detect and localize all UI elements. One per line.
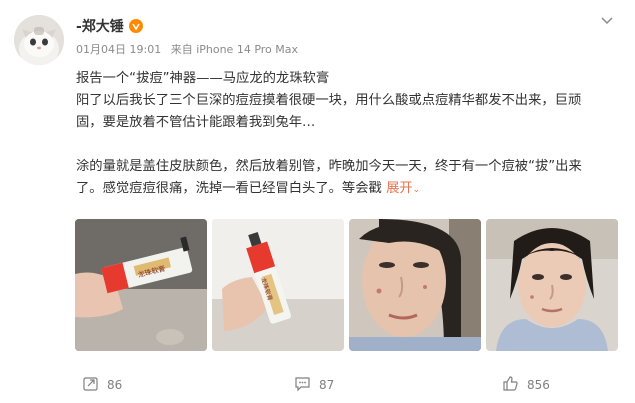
comment-icon <box>294 375 311 395</box>
post-image-2[interactable]: 龙珠软膏 <box>212 219 344 351</box>
like-count: 856 <box>527 378 550 392</box>
repost-count: 86 <box>107 378 123 392</box>
repost-button[interactable]: 86 <box>82 375 122 395</box>
vip-badge-icon <box>128 19 143 33</box>
action-bar: 86 87 856 <box>0 370 635 400</box>
comment-count: 87 <box>319 378 335 392</box>
comment-button[interactable]: 87 <box>294 375 334 395</box>
post-image-1[interactable]: 龙珠软膏 <box>75 219 207 351</box>
username-row: -郑大锤 <box>76 16 143 36</box>
username[interactable]: -郑大锤 <box>76 16 124 36</box>
post-image-4[interactable] <box>486 219 618 351</box>
content-line: 了。感觉痘痘很痛，洗掉一看已经冒白头了。等会戳 展开⌄ <box>76 178 616 201</box>
repost-icon <box>82 375 99 395</box>
post-date[interactable]: 01月04日 19:01 <box>76 43 161 56</box>
avatar[interactable] <box>14 15 64 65</box>
cat-avatar-image <box>14 15 64 65</box>
post-image-3[interactable] <box>349 219 481 351</box>
content-line: 涂的量就是盖住皮肤颜色，然后放着别管，昨晚加今天一天，终于有一个痘被“拔”出来 <box>76 159 582 174</box>
chevron-down-icon: ⌄ <box>412 185 421 195</box>
expand-link[interactable]: 展开⌄ <box>386 181 420 196</box>
thumbs-up-icon <box>502 375 519 395</box>
content-text: 了。感觉痘痘很痛，洗掉一看已经冒白头了。等会戳 <box>76 181 382 196</box>
like-button[interactable]: 856 <box>502 375 550 395</box>
image-gallery: 龙珠软膏 龙珠软膏 <box>75 219 618 351</box>
post-source: 来自 iPhone 14 Pro Max <box>170 43 299 56</box>
chevron-down-icon[interactable] <box>599 12 615 28</box>
post-meta: 01月04日 19:01 来自 iPhone 14 Pro Max <box>76 41 304 57</box>
content-line: 阳了以后我长了三个巨深的痘痘摸着很硬一块，用什么酸或点痘精华都发不出来，巨顽 <box>76 93 582 108</box>
content-line: 固，要是放着不管估计能跟着我到兔年… <box>76 115 316 130</box>
post-content: 报告一个“拔痘”神器——马应龙的龙珠软膏 阳了以后我长了三个巨深的痘痘摸着很硬一… <box>76 68 616 201</box>
content-line: 报告一个“拔痘”神器——马应龙的龙珠软膏 <box>76 71 330 86</box>
